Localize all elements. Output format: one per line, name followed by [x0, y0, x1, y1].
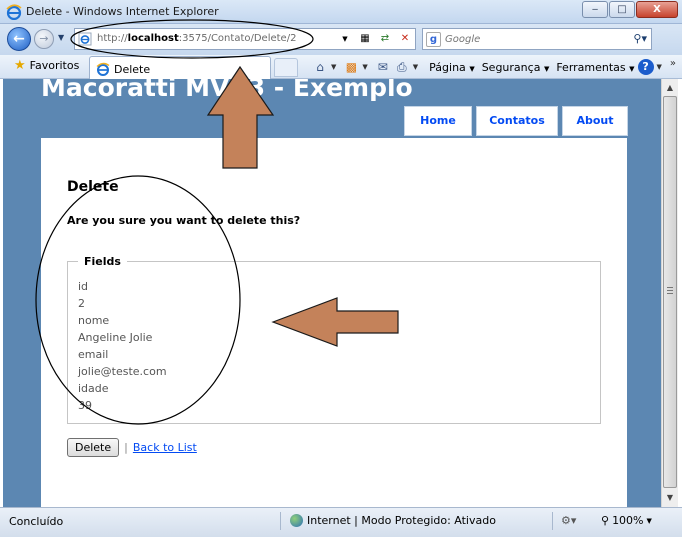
minimize-icon: ‒: [591, 4, 599, 15]
home-icon[interactable]: ⌂: [312, 59, 328, 75]
maximize-button[interactable]: □: [609, 1, 635, 18]
status-divider: [280, 512, 281, 530]
url-dropdown-icon[interactable]: ▼: [338, 32, 352, 46]
window-titlebar: Delete - Windows Internet Explorer ‒ □ X: [0, 0, 682, 24]
field-list: id 2 nome Angeline Jolie email jolie@tes…: [78, 278, 600, 414]
page-menu[interactable]: Página ▼: [429, 61, 475, 74]
arrow-right-icon: →: [39, 32, 49, 45]
menu-about-link[interactable]: About: [562, 106, 628, 136]
zoom-icon: ⚲: [601, 514, 610, 527]
scroll-grip-icon: [667, 287, 673, 294]
help-dropdown-icon[interactable]: ▼: [657, 63, 662, 71]
main-content: Delete Are you sure you want to delete t…: [41, 138, 627, 507]
url-host: localhost: [127, 33, 179, 44]
confirm-message: Are you sure you want to delete this?: [67, 214, 301, 227]
close-button[interactable]: X: [636, 1, 678, 18]
window-title: Delete - Windows Internet Explorer: [26, 5, 219, 18]
favorites-button[interactable]: ★ Favoritos: [14, 57, 80, 73]
url-prefix: http://: [97, 33, 128, 44]
maximize-icon: □: [617, 4, 627, 15]
security-zone[interactable]: Internet | Modo Protegido: Ativado: [290, 514, 496, 527]
ie-logo-icon: [6, 4, 22, 20]
tools-menu[interactable]: Ferramentas ▼: [556, 61, 634, 74]
vertical-scrollbar[interactable]: ▲ ▼: [661, 79, 678, 507]
status-bar: Concluído Internet | Modo Protegido: Ati…: [0, 507, 682, 537]
search-input[interactable]: [445, 31, 615, 47]
delete-button[interactable]: Delete: [67, 438, 120, 457]
mail-icon[interactable]: ✉: [375, 59, 391, 75]
home-dropdown-icon[interactable]: ▼: [331, 63, 336, 71]
favorites-label: Favoritos: [29, 59, 80, 72]
ie-page-icon: [96, 62, 110, 76]
page-ie-icon: [78, 32, 92, 46]
tools-menu-label: Ferramentas: [556, 60, 626, 74]
tab-delete[interactable]: Delete: [89, 56, 271, 80]
site-title: Macoratti MVC3 - Exemplo: [41, 79, 413, 102]
page-heading: Delete: [67, 179, 119, 195]
menu-home-link[interactable]: Home: [404, 106, 472, 136]
url-text[interactable]: http://localhost:3575/Contato/Delete/2: [97, 33, 296, 44]
address-field[interactable]: http://localhost:3575/Contato/Delete/2 ▼…: [74, 28, 416, 50]
search-field[interactable]: g ⚲▾: [422, 28, 652, 50]
field-value-email: jolie@teste.com: [78, 365, 167, 378]
feeds-icon[interactable]: ▩: [343, 59, 359, 75]
zoom-level: 100%: [612, 514, 644, 527]
print-icon[interactable]: ⎙: [394, 59, 410, 75]
field-label-email: email: [78, 348, 109, 361]
menu-contatos-link[interactable]: Contatos: [476, 106, 558, 136]
zoom-dropdown-icon: ▼: [646, 516, 652, 525]
scroll-up-icon[interactable]: ▲: [662, 80, 678, 96]
field-value-nome: Angeline Jolie: [78, 331, 153, 344]
status-divider: [552, 512, 553, 530]
form-actions: Delete | Back to List: [67, 438, 197, 457]
page-menu-label: Página: [429, 60, 466, 74]
chevron-down-icon: ▼: [469, 64, 475, 73]
zoom-control[interactable]: ⚲ 100% ▼: [601, 514, 652, 527]
site-menu: Home Contatos About: [404, 106, 628, 136]
navigation-bar: ← → ▼ http://localhost:3575/Contato/Dele…: [0, 24, 682, 55]
compatibility-view-icon[interactable]: ▦: [358, 32, 372, 46]
close-icon: X: [653, 4, 661, 15]
new-tab-button[interactable]: [274, 58, 298, 77]
page-viewport: Macoratti MVC3 - Exemplo Home Contatos A…: [3, 79, 661, 507]
forward-button[interactable]: →: [34, 29, 54, 49]
arrow-left-icon: ←: [13, 31, 25, 47]
help-icon[interactable]: ?: [637, 59, 654, 75]
status-text: Concluído: [9, 515, 64, 528]
feeds-dropdown-icon[interactable]: ▼: [362, 63, 367, 71]
star-icon: ★: [14, 57, 26, 73]
protected-mode-icon[interactable]: ⚙▾: [561, 514, 576, 527]
separator: |: [124, 441, 128, 454]
security-menu-label: Segurança: [481, 60, 541, 74]
url-path: :3575/Contato/Delete/2: [178, 33, 297, 44]
minimize-button[interactable]: ‒: [582, 1, 608, 18]
scroll-thumb[interactable]: [663, 96, 677, 488]
field-label-idade: idade: [78, 382, 109, 395]
chevron-down-icon: ▼: [543, 64, 550, 73]
google-logo-icon: g: [426, 32, 441, 47]
fields-fieldset: Fields id 2 nome Angeline Jolie email jo…: [67, 255, 601, 424]
globe-icon: [290, 514, 303, 527]
more-commands-icon[interactable]: »: [670, 58, 676, 69]
scroll-down-icon[interactable]: ▼: [662, 490, 678, 506]
field-label-nome: nome: [78, 314, 110, 327]
back-to-list-link[interactable]: Back to List: [133, 441, 197, 454]
field-value-idade: 39: [78, 399, 92, 412]
tab-label: Delete: [114, 63, 151, 76]
zone-label: Internet | Modo Protegido: Ativado: [307, 514, 496, 527]
security-menu[interactable]: Segurança ▼: [482, 61, 550, 74]
field-label-id: id: [78, 280, 89, 293]
command-toolbar: ★ Favoritos Delete ⌂ ▼ ▩ ▼ ✉ ⎙ ▼ Página ▼ S…: [0, 55, 682, 80]
chevron-down-icon: ▼: [629, 64, 635, 73]
back-button[interactable]: ←: [7, 27, 31, 51]
recent-pages-dropdown-icon[interactable]: ▼: [58, 33, 64, 42]
stop-icon[interactable]: ✕: [398, 32, 412, 46]
search-icon[interactable]: ⚲▾: [633, 32, 647, 45]
refresh-icon[interactable]: ⇄: [378, 32, 392, 46]
fieldset-legend: Fields: [84, 255, 121, 268]
field-value-id: 2: [78, 297, 85, 310]
print-dropdown-icon[interactable]: ▼: [413, 63, 418, 71]
